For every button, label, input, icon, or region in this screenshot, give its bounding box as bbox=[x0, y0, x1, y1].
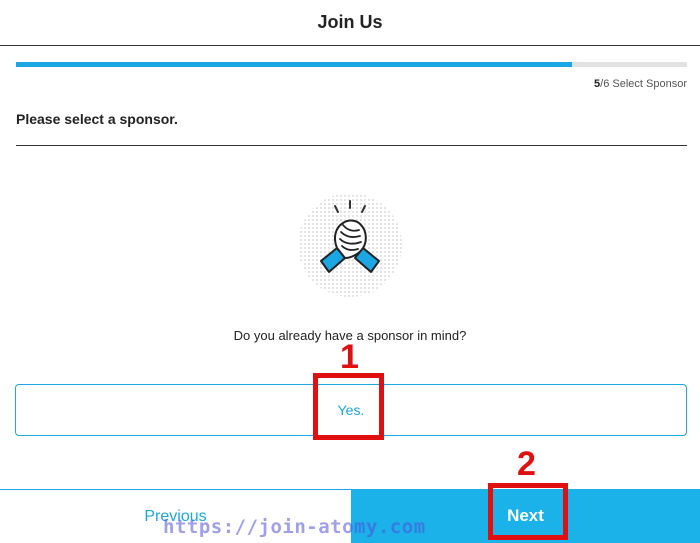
callout-box-1 bbox=[313, 373, 384, 440]
progress-bar-fill bbox=[16, 62, 573, 67]
section-divider bbox=[16, 145, 687, 146]
handshake-icon bbox=[281, 190, 419, 300]
page-title: Join Us bbox=[317, 12, 383, 32]
step-total: /6 bbox=[600, 78, 610, 90]
step-indicator: 5/6 Select Sponsor bbox=[594, 78, 687, 90]
callout-number-2: 2 bbox=[517, 445, 536, 483]
callout-number-1: 1 bbox=[340, 338, 359, 376]
page-header: Join Us bbox=[0, 0, 700, 46]
progress-bar bbox=[16, 62, 687, 67]
step-label: Select Sponsor bbox=[612, 78, 687, 90]
section-title: Please select a sponsor. bbox=[16, 111, 178, 127]
watermark-text: https://join-atomy.com bbox=[163, 516, 426, 538]
callout-box-2 bbox=[488, 483, 568, 540]
